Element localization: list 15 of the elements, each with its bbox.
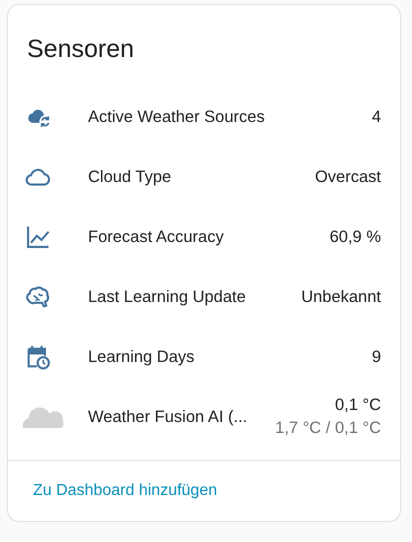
sensor-value: 4 (372, 108, 381, 126)
add-to-dashboard-link[interactable]: Zu Dashboard hinzufügen (33, 482, 218, 500)
sensor-name: Weather Fusion AI (... (88, 408, 248, 426)
sensor-name: Last Learning Update (88, 288, 247, 306)
sensor-value: 0,1 °C (334, 396, 381, 415)
sensor-value: 60,9 % (330, 228, 381, 246)
sensor-name: Active Weather Sources (88, 108, 266, 126)
sensor-range: 1,7 °C / 0,1 °C (275, 419, 381, 438)
sensor-name: Learning Days (88, 348, 196, 366)
card-title: Sensoren (26, 34, 136, 65)
sensor-name: Forecast Accuracy (88, 228, 225, 246)
sensor-value: Overcast (314, 168, 381, 186)
sensor-value: Unbekannt (301, 288, 381, 306)
sensor-value: 9 (372, 348, 381, 366)
sensor-name: Cloud Type (88, 168, 172, 186)
